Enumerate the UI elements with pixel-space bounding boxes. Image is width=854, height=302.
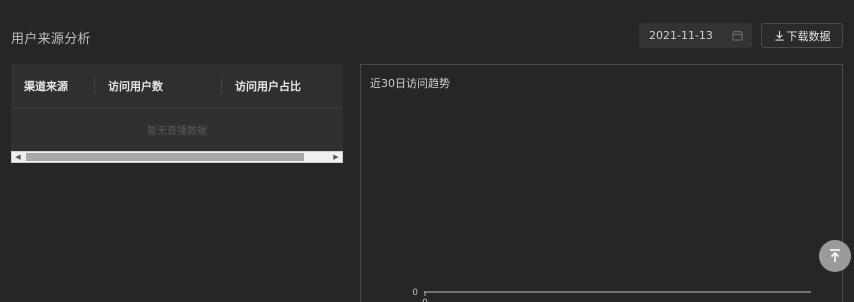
calendar-icon bbox=[732, 30, 743, 41]
download-icon bbox=[774, 30, 784, 41]
column-header-visitor-ratio[interactable]: 访问用户占比 bbox=[222, 64, 343, 107]
source-table: 渠道来源 访问用户数 访问用户占比 暂无直播数据 ◀ ▶ bbox=[11, 64, 343, 164]
back-to-top-icon bbox=[830, 249, 840, 262]
table-empty-state: 暂无直播数据 bbox=[11, 107, 343, 151]
y-tick-label: 0 bbox=[412, 288, 418, 298]
horizontal-scrollbar[interactable]: ◀ ▶ bbox=[11, 151, 343, 163]
download-data-button[interactable]: 下载数据 bbox=[761, 23, 843, 48]
page-title: 用户来源分析 bbox=[11, 32, 91, 47]
column-header-channel[interactable]: 渠道来源 bbox=[11, 64, 95, 107]
scroll-left-arrow-icon[interactable]: ◀ bbox=[12, 152, 24, 162]
scrollbar-thumb[interactable] bbox=[26, 153, 304, 161]
column-header-visitors[interactable]: 访问用户数 bbox=[95, 64, 222, 107]
x-tick-label: 0 bbox=[422, 298, 428, 302]
date-picker[interactable]: 2021-11-13 bbox=[639, 23, 752, 48]
table-header: 渠道来源 访问用户数 访问用户占比 bbox=[11, 64, 343, 107]
back-to-top-button[interactable] bbox=[819, 240, 851, 272]
date-value: 2021-11-13 bbox=[649, 29, 713, 42]
download-label: 下载数据 bbox=[786, 29, 831, 43]
trend-chart: 0 0 bbox=[412, 288, 811, 302]
trend-chart-panel: 近30日访问趋势 0 0 bbox=[360, 64, 843, 302]
scroll-right-arrow-icon[interactable]: ▶ bbox=[330, 152, 342, 162]
